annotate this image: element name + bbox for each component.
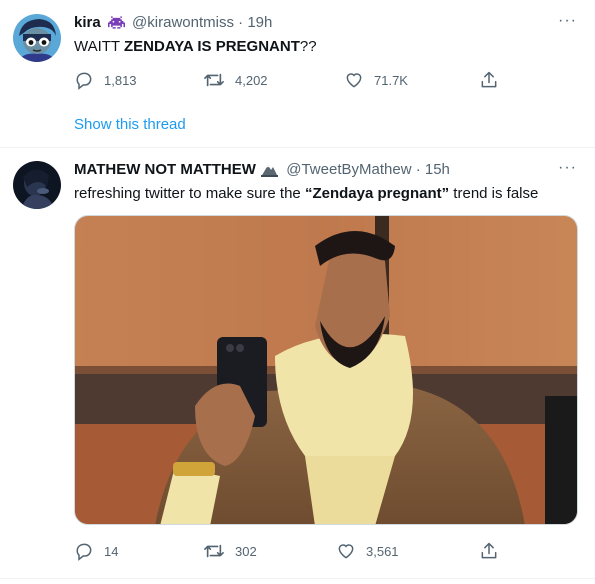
tweet-text: WAITT ZENDAYA IS PREGNANT?? xyxy=(74,37,317,57)
tweet-text: refreshing twitter to make sure the “Zen… xyxy=(74,184,538,204)
photo-man-looking-at-phone xyxy=(75,216,577,524)
timestamp[interactable]: 15h xyxy=(425,161,450,178)
separator-dot: · xyxy=(411,161,425,178)
like-count: 71.7K xyxy=(374,72,408,88)
like-count: 3,561 xyxy=(366,543,399,559)
reply-button[interactable]: 1,813 xyxy=(74,70,137,90)
retweet-count: 302 xyxy=(235,543,257,559)
display-name[interactable]: MATHEW NOT MATTHEW xyxy=(74,161,256,178)
divider xyxy=(0,578,595,579)
user-handle[interactable]: @TweetByMathew xyxy=(286,161,411,178)
retweet-icon xyxy=(203,70,225,90)
text-bold: “Zendaya pregnant” xyxy=(304,185,450,202)
like-button[interactable]: 3,561 xyxy=(336,541,399,561)
retweet-count: 4,202 xyxy=(235,72,268,88)
user-handle[interactable]: @kirawontmiss xyxy=(132,14,234,31)
reply-icon xyxy=(74,70,94,90)
text-part: refreshing twitter to make sure the xyxy=(74,185,305,202)
share-icon xyxy=(479,541,499,561)
share-button[interactable] xyxy=(479,70,499,90)
reply-count: 14 xyxy=(104,543,119,559)
tweet-mathew[interactable]: MATHEW NOT MATTHEW @TweetByMathew · 15h … xyxy=(0,147,595,584)
separator-dot: · xyxy=(233,14,248,31)
text-part: WAITT xyxy=(74,38,124,55)
reply-count: 1,813 xyxy=(104,72,137,88)
tweet-header: kira @kirawontmiss · 19h xyxy=(74,14,272,35)
text-part: trend is false xyxy=(449,185,539,202)
reply-icon xyxy=(74,541,94,561)
reply-button[interactable]: 14 xyxy=(74,541,118,561)
timestamp[interactable]: 19h xyxy=(247,14,272,31)
share-icon xyxy=(479,70,499,90)
tweet-header: MATHEW NOT MATTHEW @TweetByMathew · 15h xyxy=(74,161,450,182)
like-button[interactable]: 71.7K xyxy=(344,70,408,90)
retweet-button[interactable]: 4,202 xyxy=(203,70,268,90)
action-bar: 1,813 4,202 71.7K xyxy=(74,70,514,90)
more-icon[interactable]: ··· xyxy=(558,159,577,177)
retweet-icon xyxy=(203,541,225,561)
more-icon[interactable]: ··· xyxy=(558,12,577,30)
share-button[interactable] xyxy=(479,541,499,561)
text-part: ?? xyxy=(299,38,317,55)
like-icon xyxy=(344,70,364,90)
avatar[interactable] xyxy=(13,14,61,62)
text-bold: ZENDAYA IS PREGNANT xyxy=(124,38,300,55)
avatar[interactable] xyxy=(13,161,61,209)
action-bar: 14 302 3,561 xyxy=(74,541,514,561)
tweet-kira[interactable]: kira @kirawontmiss · 19h ··· WAITT ZENDA… xyxy=(0,0,595,147)
display-name[interactable]: kira xyxy=(74,14,101,31)
show-thread-link[interactable]: Show this thread xyxy=(74,116,186,133)
mountain-emoji-icon xyxy=(261,162,279,182)
retweet-button[interactable]: 302 xyxy=(203,541,257,561)
like-icon xyxy=(336,541,356,561)
tweet-image[interactable] xyxy=(74,215,578,525)
space-invader-emoji-icon xyxy=(107,15,125,35)
